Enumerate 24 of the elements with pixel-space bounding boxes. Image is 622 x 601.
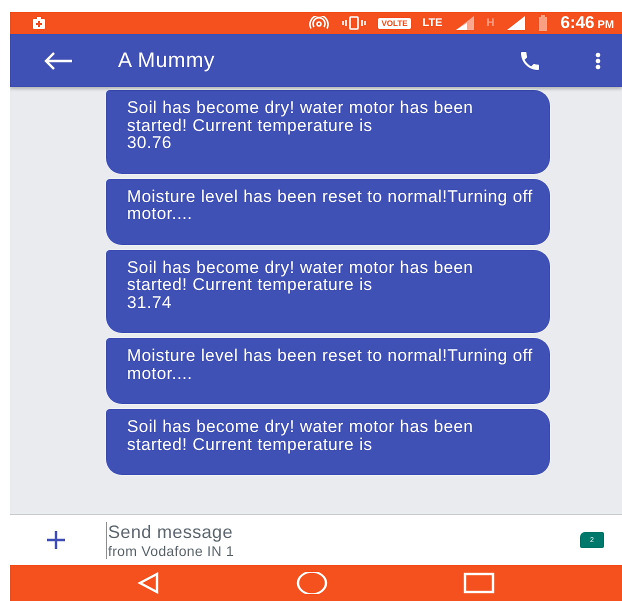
- message-bubble: Soil has become dry! water motor has been started! Current temperature is: [106, 409, 550, 475]
- recents-square-icon: [462, 572, 495, 594]
- network-type: H: [486, 17, 494, 29]
- hotspot-icon: [308, 16, 330, 30]
- message-bubble: Moisture level has been reset to normal!Turning off motor....: [106, 338, 550, 404]
- signal-icon: [454, 15, 475, 31]
- recents-button[interactable]: [462, 572, 495, 594]
- more-vertical-icon: [595, 52, 601, 70]
- clock-time: 6:46: [560, 13, 594, 32]
- back-arrow-icon: [43, 50, 73, 70]
- message-bubble: Soil has become dry! water motor has been started! Current temperature is 31.74: [106, 250, 550, 333]
- medical-kit-icon: [32, 16, 46, 30]
- battery-icon: [538, 15, 548, 31]
- message-bubble: Moisture level has been reset to normal!Turning off motor....: [106, 178, 550, 244]
- contact-name: A Mummy: [118, 48, 216, 72]
- vibrate-icon: [342, 16, 366, 30]
- message-bubble: Soil has become dry! water motor has been started! Current temperature is 30.76: [106, 90, 550, 174]
- volte-badge: VOLTE: [378, 18, 411, 28]
- signal-icon: [506, 15, 526, 31]
- clock-meridiem: PM: [598, 19, 614, 31]
- home-button[interactable]: [296, 572, 328, 594]
- sim-label: from Vodafone IN 1: [108, 542, 236, 558]
- plus-icon: [45, 529, 67, 551]
- network-type: LTE: [422, 17, 443, 29]
